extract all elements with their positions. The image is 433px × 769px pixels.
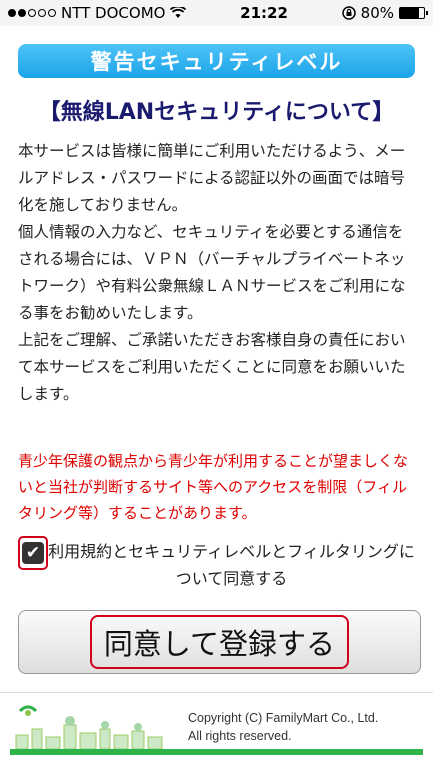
signal-dot — [28, 9, 36, 17]
footer-green-bar — [10, 749, 423, 755]
battery-level — [400, 8, 420, 18]
copyright-line: All rights reserved. — [188, 729, 292, 743]
notice-paragraph: 個人情報の入力など、セキュリティを必要とする通信をされる場合には、ＶＰＮ（バーチ… — [18, 223, 406, 322]
footer: Copyright (C) FamilyMart Co., Ltd. All r… — [0, 692, 433, 769]
agreement-checkbox-highlight[interactable]: ✔ — [18, 536, 48, 570]
battery-icon — [399, 7, 428, 19]
signal-strength-icon — [8, 9, 56, 17]
notice-paragraph: 本サービスは皆様に簡単にご利用いただけるよう、メールアドレス・パスワードによる認… — [18, 142, 406, 214]
signal-dot — [8, 9, 16, 17]
carrier-name: NTT DOCOMO — [61, 4, 166, 22]
status-right: 80% — [341, 4, 428, 22]
notice-paragraph: 上記をご理解、ご承諾いただきお客様自身の責任において本サービスをご利用いただくこ… — [18, 331, 406, 403]
checkmark-icon: ✔ — [25, 543, 41, 563]
clock: 21:22 — [240, 4, 288, 22]
agreement-checkbox[interactable]: ✔ — [22, 542, 44, 564]
agree-register-label: 同意して登録する — [89, 615, 350, 669]
filtering-warning: 青少年保護の観点から青少年が利用することが望ましくないと当社が判断するサイト等へ… — [18, 452, 409, 522]
signal-dot — [18, 9, 26, 17]
security-warning-banner: 警告セキュリティレベル — [18, 44, 415, 78]
battery-percent: 80% — [360, 4, 394, 22]
status-left: NTT DOCOMO — [8, 4, 187, 22]
wifi-icon — [170, 7, 187, 18]
status-bar: NTT DOCOMO 21:22 80% — [0, 0, 433, 26]
notice-heading: 【無線LANセキュリティについて】 — [38, 100, 395, 125]
signal-dot — [48, 9, 56, 17]
agreement-label[interactable]: 利用規約とセキュリティレベルとフィルタリングについて同意する — [48, 538, 415, 592]
main-content: 警告セキュリティレベル 【無線LANセキュリティについて】 本サービスは皆様に簡… — [0, 44, 433, 674]
rotation-lock-icon — [341, 6, 356, 20]
signal-dot — [38, 9, 46, 17]
agree-register-button[interactable]: 同意して登録する — [18, 610, 421, 674]
copyright-text: Copyright (C) FamilyMart Co., Ltd. All r… — [188, 709, 378, 745]
notice-body: 本サービスは皆様に簡単にご利用いただけるよう、メールアドレス・パスワードによる認… — [18, 138, 415, 408]
agreement-row[interactable]: ✔ 利用規約とセキュリティレベルとフィルタリングについて同意する — [18, 536, 415, 592]
copyright-line: Copyright (C) FamilyMart Co., Ltd. — [188, 711, 379, 725]
